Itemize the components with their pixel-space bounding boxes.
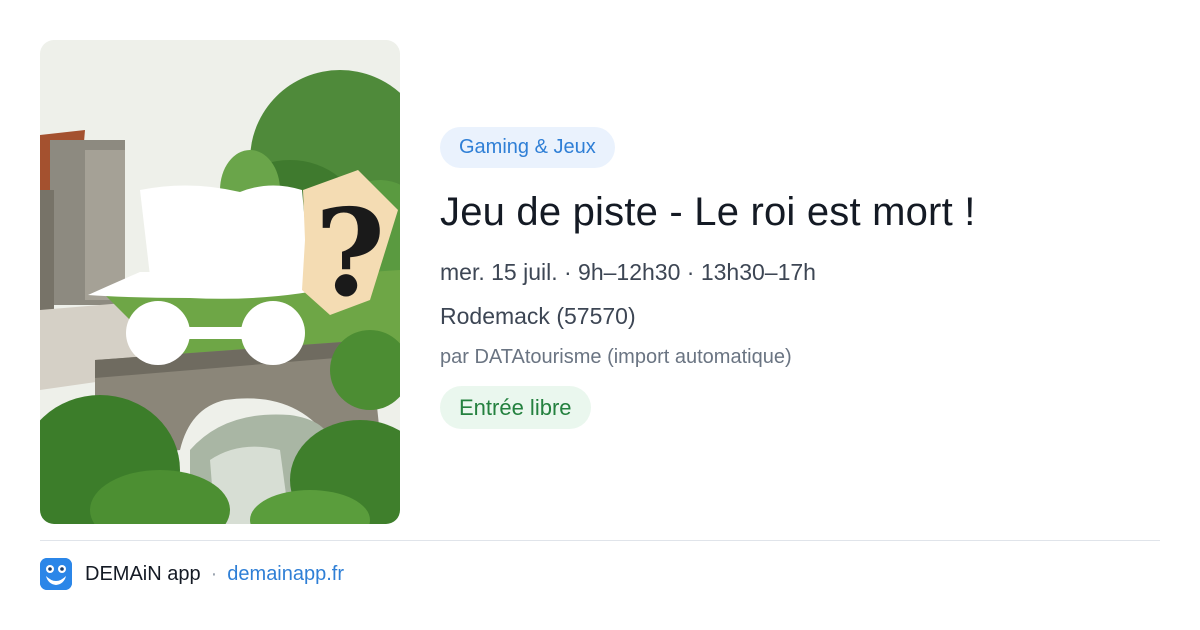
- event-info: Gaming & Jeux Jeu de piste - Le roi est …: [440, 127, 1160, 429]
- event-organizer: par DATAtourisme (import automatique): [440, 346, 792, 368]
- app-name: DEMAiN app: [85, 562, 201, 585]
- event-image[interactable]: ?: [40, 40, 400, 524]
- footer-separator: ·: [210, 562, 218, 585]
- price-badge: Entrée libre: [440, 386, 591, 429]
- category-badge[interactable]: Gaming & Jeux: [440, 127, 615, 168]
- footer: DEMAiN app · demainapp.fr: [40, 558, 344, 590]
- app-link[interactable]: demainapp.fr: [227, 563, 344, 586]
- svg-text:?: ?: [315, 183, 385, 324]
- event-location: Rodemack (57570): [440, 303, 636, 329]
- divider: [40, 540, 1160, 541]
- app-logo-icon[interactable]: [40, 558, 72, 590]
- event-title[interactable]: Jeu de piste - Le roi est mort !: [440, 186, 1160, 238]
- event-datetime: mer. 15 juil. · 9h–12h30 · 13h30–17h: [440, 259, 816, 285]
- event-share-card: ? Gaming & Jeux Jeu de piste - Le roi es…: [0, 0, 1200, 630]
- event-photo: ?: [40, 40, 400, 524]
